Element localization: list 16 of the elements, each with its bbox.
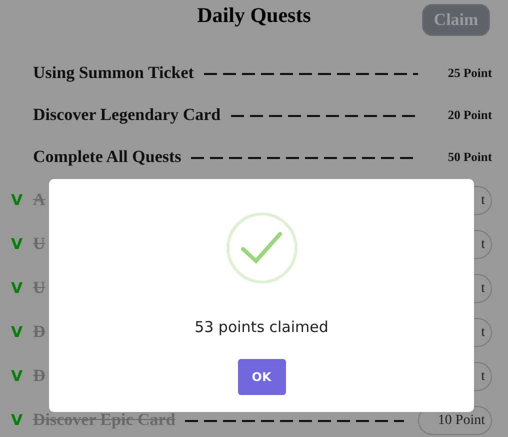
quest-points: 25 Point	[446, 66, 492, 80]
check-mark: V	[11, 279, 24, 297]
page-title: Daily Quests	[197, 2, 311, 28]
quest-points: 50 Point	[446, 150, 492, 164]
dialog-message: 53 points claimed	[194, 318, 328, 336]
check-mark: V	[11, 411, 24, 429]
check-mark: V	[11, 191, 24, 209]
quest-points: 20 Point	[446, 108, 492, 122]
quest-name: Discover Legendary Card	[33, 105, 221, 125]
check-mark: V	[11, 235, 24, 253]
ok-button[interactable]: OK	[238, 359, 286, 395]
check-mark: V	[11, 367, 24, 385]
quest-name: Using Summon Ticket	[33, 63, 194, 83]
success-check-icon	[226, 212, 298, 284]
quest-name: Complete All Quests	[33, 147, 182, 167]
check-mark: V	[11, 323, 24, 341]
